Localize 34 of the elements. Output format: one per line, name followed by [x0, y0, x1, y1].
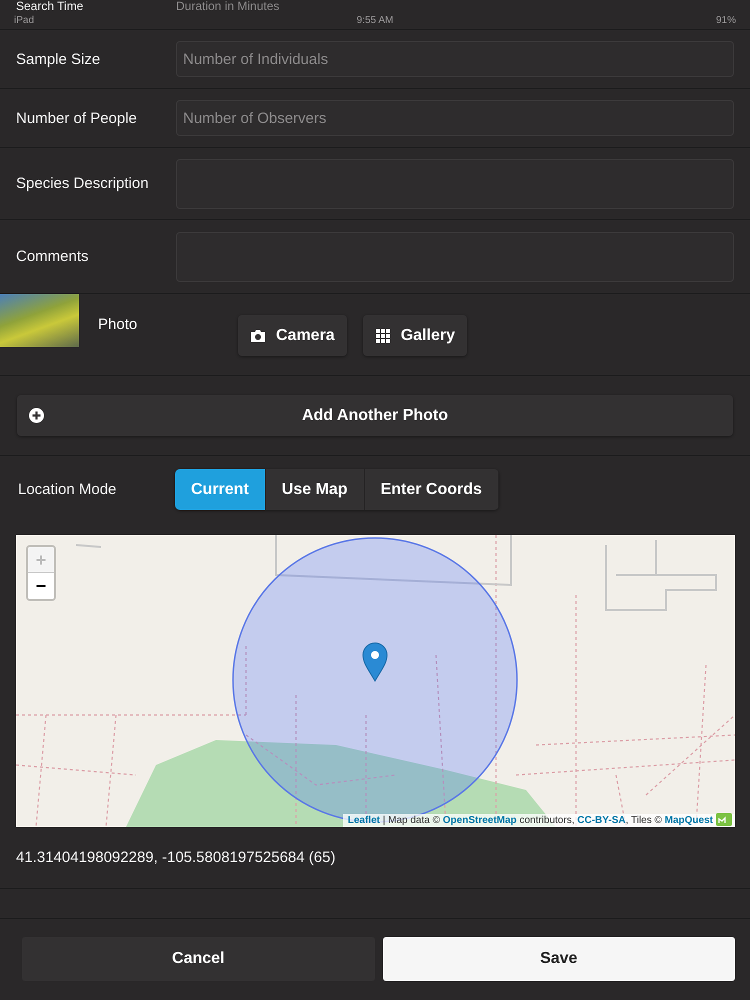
device-name: iPad — [14, 15, 34, 26]
attribution-link[interactable]: Leaflet — [348, 815, 380, 826]
attribution-link[interactable]: MapQuest — [664, 815, 713, 826]
location-mode-tab[interactable]: Enter Coords — [364, 469, 499, 510]
field-label: Location Mode — [18, 481, 118, 498]
gallery-button[interactable]: Gallery — [362, 315, 467, 356]
plus-icon — [29, 408, 44, 423]
field-label: Comments — [16, 248, 90, 265]
map[interactable]: + − Leaflet | Map data © OpenStreetMap contributors, CC-BY-SA, Tiles © MapQuest — [16, 535, 735, 827]
field-label: Search Time — [16, 0, 84, 12]
field-label: Photo — [98, 316, 138, 333]
photo-placeholder[interactable] — [0, 294, 79, 347]
input-field[interactable]: Number of Individuals — [176, 41, 734, 77]
field-label: Species Description — [16, 175, 150, 192]
attribution-link[interactable]: OpenStreetMap — [442, 815, 517, 826]
attribution-link[interactable]: CC-BY-SA — [577, 815, 626, 826]
add-photo-button[interactable]: Add Another Photo — [17, 395, 733, 436]
input-field[interactable]: Number of Observers — [176, 100, 734, 136]
zoom-out-button[interactable]: − — [28, 573, 54, 599]
marker-icon[interactable] — [362, 642, 388, 682]
coordinates-text: 41.31404198092289, -105.5808197525684 (65) — [16, 849, 336, 866]
map-attribution: Leaflet | Map data © OpenStreetMap contributors, CC-BY-SA, Tiles © MapQuest — [342, 814, 735, 827]
field-label: Sample Size — [16, 50, 102, 68]
battery-level: 91% — [716, 15, 736, 26]
input-field[interactable]: Duration in Minutes — [176, 0, 280, 12]
camera-button[interactable]: Camera — [238, 315, 347, 356]
field-label: Number of People — [16, 110, 138, 126]
camera-icon — [250, 328, 266, 344]
status-time: 9:55 AM — [356, 15, 394, 26]
grid-icon — [374, 328, 391, 344]
cancel-button[interactable]: Cancel — [22, 937, 374, 981]
tile-logo-icon — [716, 813, 732, 826]
location-mode-tab[interactable]: Use Map — [266, 469, 365, 510]
save-button[interactable]: Save — [382, 937, 735, 981]
